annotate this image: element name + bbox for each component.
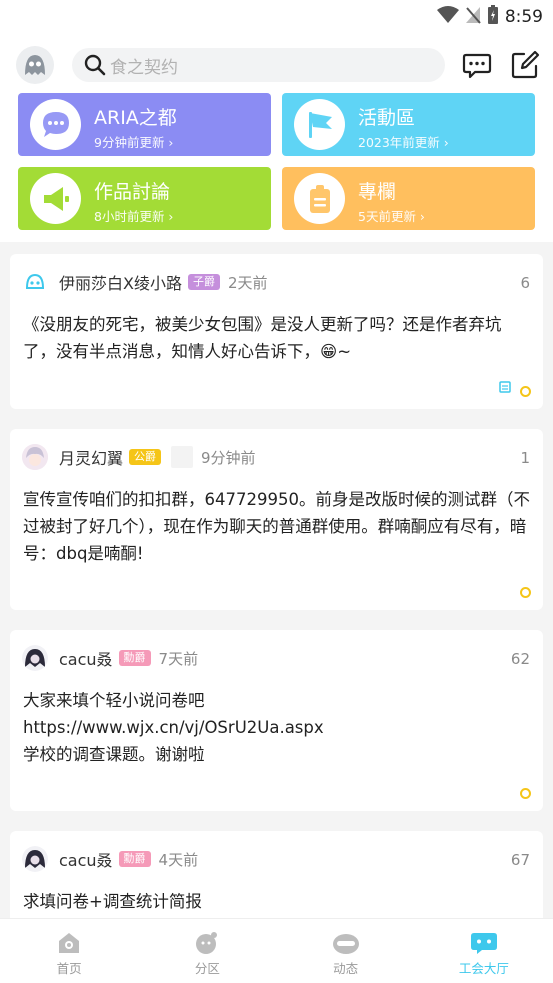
anime-avatar-icon	[22, 444, 48, 470]
rank-badge: 公爵	[129, 449, 162, 465]
no-signal-icon	[465, 6, 481, 28]
avatar[interactable]	[22, 444, 48, 470]
post-author[interactable]: 伊丽莎白X绫小路	[59, 270, 182, 294]
category-title: 專欄	[358, 181, 397, 203]
reply-count: 62	[510, 650, 530, 668]
post-content: 宣传宣传咱们的扣扣群，647729950。前身是改版时候的测试群（不过被封了好几…	[23, 490, 530, 563]
post-content: 《没朋友的死宅，被美少女包围》是没人更新了吗？还是作者弃坑了，没有半点消息，知情…	[23, 315, 502, 361]
tab-label: 动态	[333, 961, 359, 976]
search-placeholder: 食之契约	[110, 57, 178, 78]
forum-category-grid: ARIA之都 9分钟前更新 › 活動區 2023年前更新 › 作品討論 8小时前…	[0, 92, 553, 242]
chat-bubble-icon	[30, 99, 81, 150]
category-title: ARIA之都	[94, 107, 177, 129]
category-subtitle: 9分钟前更新 ›	[94, 135, 174, 150]
search-input[interactable]: 食之契约	[72, 48, 445, 82]
search-icon	[84, 54, 106, 76]
clipboard-icon	[294, 173, 345, 224]
post-card[interactable]: 伊丽莎白X绫小路 子爵 2天前 6 《没朋友的死宅，被美少女包围》是没人更新了吗…	[10, 254, 543, 409]
category-icon	[196, 932, 218, 954]
avatar[interactable]	[22, 269, 48, 295]
unread-dot	[520, 386, 531, 397]
dark-avatar-icon	[22, 846, 48, 872]
post-content: 求填问卷+调查统计简报	[23, 892, 202, 911]
battery-icon	[487, 5, 499, 29]
reply-count: 67	[510, 851, 530, 869]
reply-count: 6	[520, 274, 530, 292]
post-time: 9分钟前	[201, 448, 256, 467]
flag-icon	[294, 99, 345, 150]
bottom-tab-bar: 首页 分区 动态 工会大厅	[0, 918, 553, 983]
category-subtitle: 5天前更新 ›	[358, 209, 425, 224]
message-icon[interactable]	[462, 50, 492, 80]
dark-avatar-icon	[22, 645, 48, 671]
medal-placeholder	[171, 446, 194, 468]
status-time: 8:59	[504, 7, 543, 27]
feed-icon	[332, 934, 359, 954]
post-author[interactable]: 月灵幻翼	[59, 445, 123, 469]
ghost-avatar-icon	[25, 55, 45, 75]
post-time: 2天前	[227, 273, 268, 292]
category-subtitle: 8小时前更新 ›	[94, 209, 174, 224]
unread-dot	[520, 788, 531, 799]
avatar[interactable]	[22, 846, 48, 872]
rank-badge: 勳爵	[118, 650, 151, 666]
post-time: 7天前	[158, 649, 199, 668]
category-subtitle: 2023年前更新 ›	[358, 135, 449, 150]
post-author[interactable]: cacu叒	[59, 847, 113, 871]
tab-guild-hall[interactable]: 工会大厅	[415, 919, 553, 983]
home-icon	[59, 933, 80, 953]
post-author[interactable]: cacu叒	[59, 646, 113, 670]
tab-label: 工会大厅	[458, 961, 509, 976]
tab-category[interactable]: 分区	[138, 919, 276, 983]
post-card[interactable]: cacu叒 勳爵 7天前 62 大家来填个轻小说问卷吧 https://www.…	[10, 630, 543, 811]
post-card[interactable]: 月灵幻翼 公爵 9分钟前 1 宣传宣传咱们的扣扣群，647729950。前身是改…	[10, 429, 543, 610]
category-aria[interactable]: ARIA之都 9分钟前更新 ›	[18, 93, 271, 156]
category-columns[interactable]: 專欄 5天前更新 ›	[282, 167, 535, 230]
category-title: 活動區	[358, 107, 416, 129]
unread-dot	[520, 587, 531, 598]
tab-feed[interactable]: 动态	[277, 919, 415, 983]
category-title: 作品討論	[94, 181, 171, 203]
compose-icon[interactable]	[510, 50, 540, 80]
category-works-discussion[interactable]: 作品討論 8小时前更新 ›	[18, 167, 271, 230]
avatar[interactable]	[22, 645, 48, 671]
tab-label: 分区	[194, 961, 220, 976]
megaphone-icon	[30, 173, 81, 224]
top-header: 食之契约	[0, 32, 553, 96]
guild-hall-icon	[470, 933, 497, 954]
status-bar: 8:59	[0, 0, 553, 32]
rank-badge: 勳爵	[118, 851, 151, 867]
reply-count: 1	[520, 449, 530, 467]
wifi-icon	[436, 6, 459, 28]
post-content: 大家来填个轻小说问卷吧 https://www.wjx.cn/vj/OSrU2U…	[23, 691, 324, 764]
category-events[interactable]: 活動區 2023年前更新 ›	[282, 93, 535, 156]
tab-home[interactable]: 首页	[0, 919, 138, 983]
post-time: 4天前	[158, 850, 199, 869]
robot-avatar-icon	[25, 273, 45, 289]
user-avatar[interactable]	[16, 46, 54, 84]
image-attachment-icon	[499, 378, 511, 397]
tab-label: 首页	[56, 961, 82, 976]
rank-badge: 子爵	[187, 274, 220, 290]
